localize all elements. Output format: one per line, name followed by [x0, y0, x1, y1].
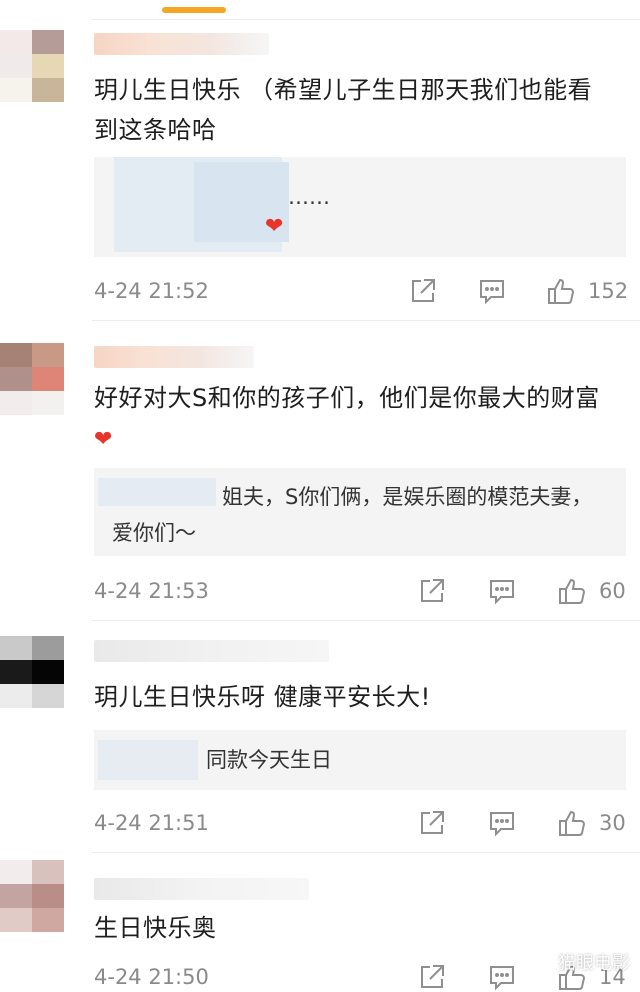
comment-icon[interactable] [477, 276, 507, 306]
username[interactable] [94, 640, 329, 662]
like-count: 30 [599, 811, 626, 835]
thumbs-up-icon[interactable] [557, 576, 587, 606]
comment-text: 玥儿生日快乐 （希望儿子生日那天我们也能看到这条哈哈 [94, 76, 593, 144]
username[interactable] [94, 878, 309, 900]
comment-meta: 4-24 21:50 14 [94, 962, 626, 992]
reply-box[interactable]: …… ❤ [94, 157, 626, 257]
comment-meta: 4-24 21:53 60 [94, 576, 626, 606]
tab-indicator [162, 7, 226, 13]
like-count: 60 [599, 579, 626, 603]
comment-meta: 4-24 21:51 30 [94, 808, 626, 838]
share-icon[interactable] [417, 576, 447, 606]
reply-box[interactable]: 同款今天生日 [94, 730, 626, 790]
comment-text: 玥儿生日快乐呀 健康平安长大! [94, 683, 431, 711]
timestamp: 4-24 21:53 [94, 579, 209, 603]
avatar[interactable] [0, 30, 64, 102]
divider [92, 320, 640, 321]
heart-icon: ❤ [94, 427, 113, 452]
comment-meta: 4-24 21:52 152 [94, 276, 629, 306]
reply-text: 姐夫，S你们俩，是娱乐圈的模范夫妻，爱你们～ [112, 485, 593, 545]
divider [92, 19, 640, 20]
comment-icon[interactable] [487, 576, 517, 606]
comment-text: 好好对大S和你的孩子们，他们是你最大的财富 ❤ [94, 378, 616, 460]
timestamp: 4-24 21:51 [94, 811, 209, 835]
timestamp: 4-24 21:50 [94, 965, 209, 989]
divider [92, 620, 640, 621]
avatar[interactable] [0, 860, 64, 932]
divider [92, 852, 640, 853]
comment-icon[interactable] [487, 808, 517, 838]
reply-text: 同款今天生日 [206, 748, 332, 772]
share-icon[interactable] [408, 276, 438, 306]
share-icon[interactable] [417, 808, 447, 838]
username[interactable] [94, 346, 254, 368]
thumbs-up-icon[interactable] [557, 808, 587, 838]
heart-icon: ❤ [265, 214, 284, 239]
comment-text-content: 好好对大S和你的孩子们，他们是你最大的财富 [94, 384, 600, 412]
avatar[interactable] [0, 343, 64, 415]
comment-text: 生日快乐奥 [94, 914, 217, 942]
like-count: 152 [588, 279, 629, 303]
thumbs-up-icon[interactable] [546, 276, 576, 306]
timestamp: 4-24 21:52 [94, 279, 209, 303]
username[interactable] [94, 33, 269, 55]
comment-icon[interactable] [487, 962, 517, 992]
reply-box[interactable]: 姐夫，S你们俩，是娱乐圈的模范夫妻，爱你们～ [94, 468, 626, 556]
reply-username[interactable] [98, 740, 198, 780]
share-icon[interactable] [417, 962, 447, 992]
avatar[interactable] [0, 636, 64, 708]
reply-text: …… [288, 185, 330, 209]
watermark: 猫眼电影 [558, 953, 630, 974]
